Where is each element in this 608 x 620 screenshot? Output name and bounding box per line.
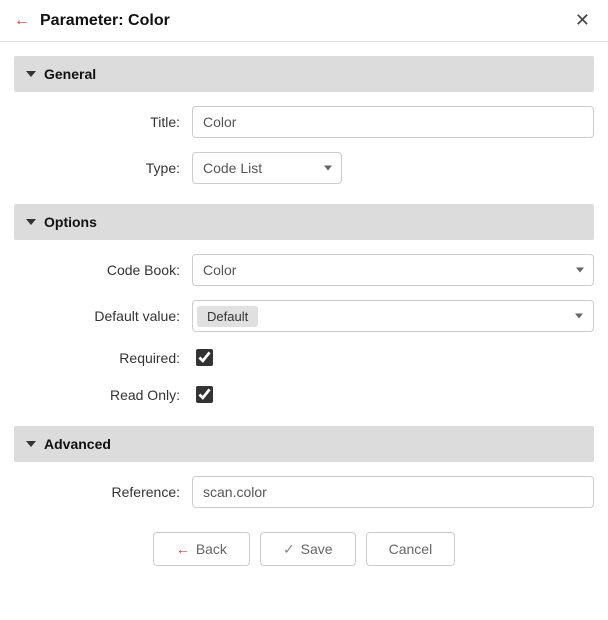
section-options-fields: Code Book: Default value: Default Requir… bbox=[14, 254, 594, 406]
section-general-fields: Title: Type: bbox=[14, 106, 594, 184]
section-header-options[interactable]: Options bbox=[14, 204, 594, 240]
check-icon: ✓ bbox=[283, 541, 295, 558]
cancel-button[interactable]: Cancel bbox=[366, 532, 456, 566]
section-header-advanced[interactable]: Advanced bbox=[14, 426, 594, 462]
save-button[interactable]: ✓ Save bbox=[260, 532, 356, 566]
section-title: General bbox=[44, 66, 96, 82]
field-codebook: Code Book: bbox=[14, 254, 594, 286]
field-label: Read Only: bbox=[14, 387, 192, 403]
field-label: Type: bbox=[14, 160, 192, 176]
field-readonly: Read Only: bbox=[14, 383, 594, 406]
chevron-down-icon bbox=[26, 219, 36, 225]
chevron-down-icon bbox=[26, 441, 36, 447]
field-title: Title: bbox=[14, 106, 594, 138]
codebook-select[interactable] bbox=[192, 254, 594, 286]
section-header-general[interactable]: General bbox=[14, 56, 594, 92]
back-arrow-icon[interactable]: ← bbox=[14, 12, 30, 30]
field-label: Required: bbox=[14, 350, 192, 366]
field-default-value: Default value: Default bbox=[14, 300, 594, 332]
field-type: Type: bbox=[14, 152, 594, 184]
required-checkbox[interactable] bbox=[196, 349, 213, 366]
field-label: Default value: bbox=[14, 308, 192, 324]
dialog-content: General Title: Type: Options Code Book: bbox=[0, 42, 608, 586]
default-value-select[interactable]: Default bbox=[192, 300, 594, 332]
default-value-chip: Default bbox=[197, 306, 258, 327]
type-select[interactable] bbox=[192, 152, 342, 184]
dialog-title: Parameter: Color bbox=[40, 12, 571, 30]
section-advanced-fields: Reference: bbox=[14, 476, 594, 508]
readonly-checkbox[interactable] bbox=[196, 386, 213, 403]
button-label: Back bbox=[196, 541, 227, 557]
title-input[interactable] bbox=[192, 106, 594, 138]
section-title: Options bbox=[44, 214, 97, 230]
field-label: Code Book: bbox=[14, 262, 192, 278]
dialog-buttons: ← Back ✓ Save Cancel bbox=[14, 532, 594, 566]
button-label: Cancel bbox=[389, 541, 433, 557]
field-label: Title: bbox=[14, 114, 192, 130]
reference-input[interactable] bbox=[192, 476, 594, 508]
chevron-down-icon bbox=[26, 71, 36, 77]
button-label: Save bbox=[301, 541, 333, 557]
type-select-wrap bbox=[192, 152, 342, 184]
close-icon[interactable]: ✕ bbox=[571, 10, 594, 31]
codebook-select-wrap bbox=[192, 254, 594, 286]
field-reference: Reference: bbox=[14, 476, 594, 508]
chevron-down-icon bbox=[575, 314, 583, 319]
field-required: Required: bbox=[14, 346, 594, 369]
back-button[interactable]: ← Back bbox=[153, 532, 250, 566]
back-arrow-icon: ← bbox=[176, 541, 190, 557]
field-label: Reference: bbox=[14, 484, 192, 500]
dialog-header: ← Parameter: Color ✕ bbox=[0, 0, 608, 42]
section-title: Advanced bbox=[44, 436, 111, 452]
